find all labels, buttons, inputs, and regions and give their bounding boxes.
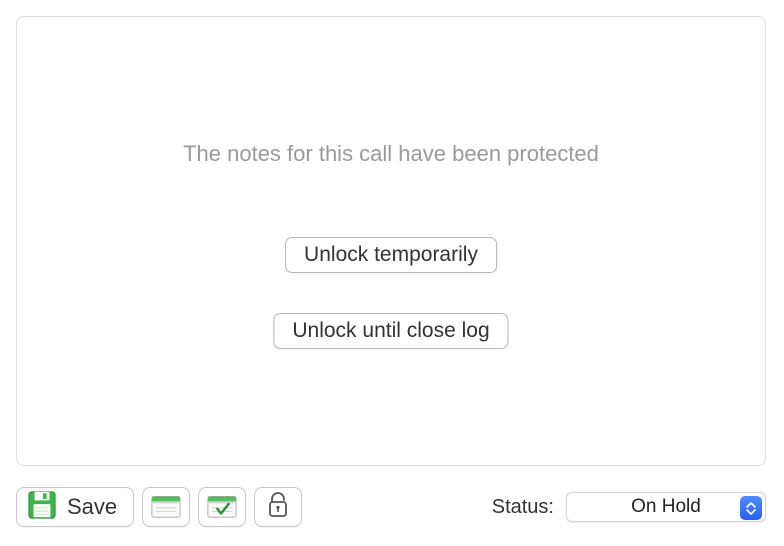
unlock-icon (267, 492, 289, 523)
unlock-until-close-log-button[interactable]: Unlock until close log (273, 313, 508, 349)
notepad-icon (150, 490, 182, 525)
save-button[interactable]: Save (16, 487, 134, 527)
lock-toggle-button[interactable] (254, 487, 302, 527)
floppy-disk-icon (27, 490, 57, 525)
status-select[interactable]: On Hold (566, 492, 766, 522)
status-value: On Hold (631, 496, 701, 518)
save-label: Save (67, 494, 117, 520)
notes-panel: The notes for this call have been protec… (16, 16, 766, 466)
notepad-check-icon (206, 490, 238, 525)
bottom-toolbar: Save (16, 484, 766, 530)
status-label: Status: (492, 496, 554, 519)
chevron-updown-icon (740, 496, 762, 520)
notes-check-button[interactable] (198, 487, 246, 527)
unlock-temporarily-button[interactable]: Unlock temporarily (285, 237, 497, 273)
notes-button[interactable] (142, 487, 190, 527)
protected-message: The notes for this call have been protec… (17, 141, 765, 167)
